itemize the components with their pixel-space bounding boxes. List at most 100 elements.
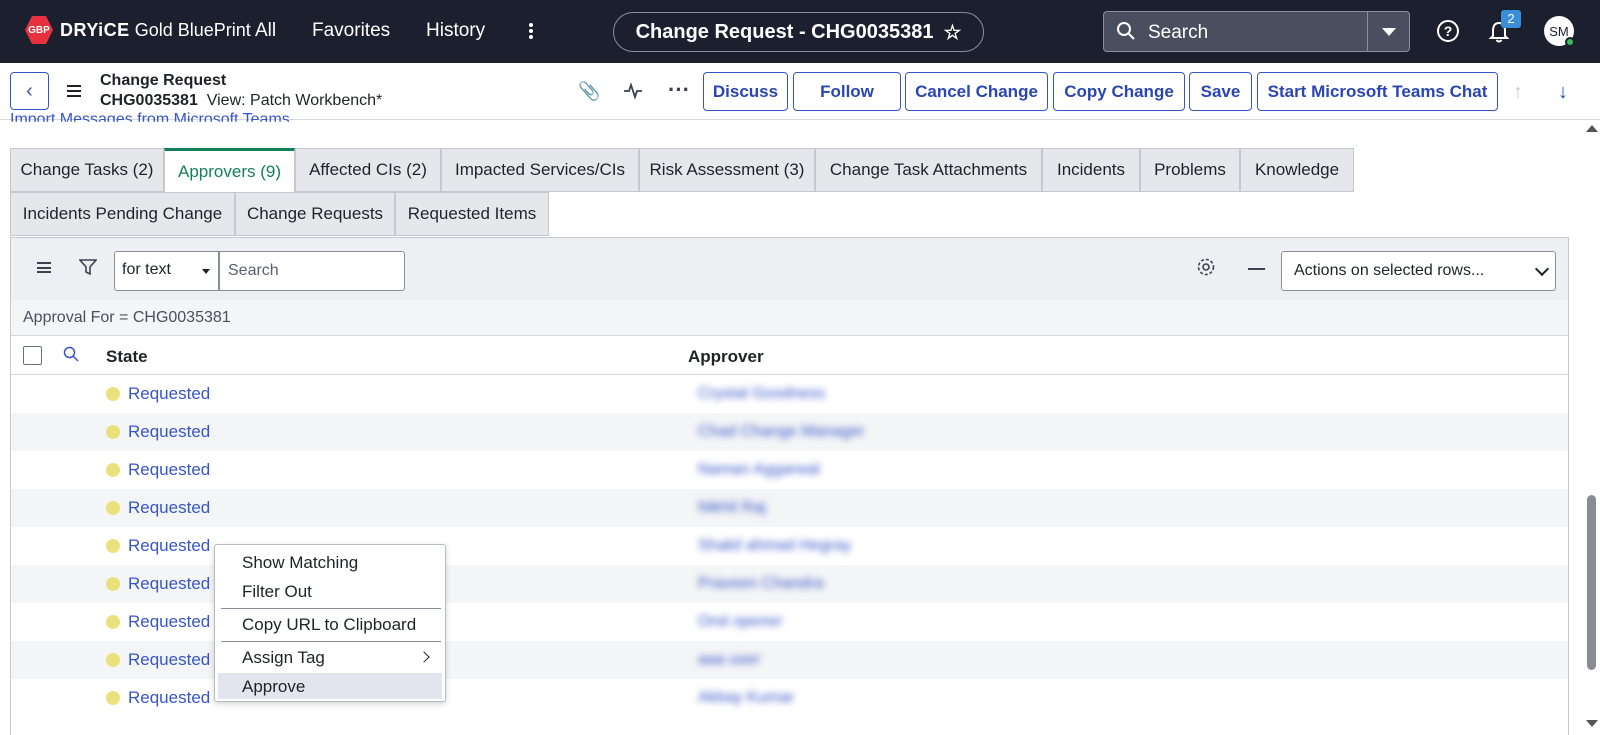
table-row: Requested Chad Change Manager xyxy=(11,413,1568,451)
follow-button[interactable]: Follow xyxy=(793,72,901,111)
chevron-down-icon xyxy=(1534,261,1550,277)
state-indicator-icon xyxy=(106,691,120,705)
menu-divider xyxy=(221,641,441,642)
menu-item-show-matching[interactable]: Show Matching xyxy=(218,549,442,575)
more-menu-icon[interactable] xyxy=(528,20,534,42)
tab-incidents[interactable]: Incidents xyxy=(1042,148,1140,192)
form-subtitle: CHG0035381 View: Patch Workbench* xyxy=(100,92,383,109)
brand-name: DRYiCE Gold BluePrint xyxy=(60,20,251,40)
tab-risk-assessment[interactable]: Risk Assessment (3) xyxy=(639,148,815,192)
list-menu-icon[interactable] xyxy=(37,262,51,273)
tab-incidents-pending-change[interactable]: Incidents Pending Change xyxy=(10,192,235,236)
approver-link[interactable]: aaa user xyxy=(698,651,760,669)
import-teams-messages-link[interactable]: Import Messages from Microsoft Teams xyxy=(10,111,290,122)
column-header-approver[interactable]: Approver xyxy=(688,347,764,367)
approver-link[interactable]: Chad Change Manager xyxy=(698,423,864,441)
approver-link[interactable]: Akbay Kumar xyxy=(698,689,794,707)
save-button[interactable]: Save xyxy=(1189,72,1252,111)
tab-problems[interactable]: Problems xyxy=(1140,148,1240,192)
state-link[interactable]: Requested xyxy=(128,688,210,708)
list-search-input[interactable]: Search xyxy=(219,251,405,291)
state-indicator-icon xyxy=(106,615,120,629)
more-actions-icon[interactable]: ··· xyxy=(668,77,690,103)
tab-approvers[interactable]: Approvers (9) xyxy=(164,148,295,193)
state-link[interactable]: Requested xyxy=(128,574,210,594)
menu-item-approve[interactable]: Approve xyxy=(218,673,442,699)
next-record-icon[interactable]: ↓ xyxy=(1558,81,1568,104)
state-indicator-icon xyxy=(106,425,120,439)
back-button[interactable]: ‹ xyxy=(10,72,49,110)
tab-change-task-attachments[interactable]: Change Task Attachments xyxy=(815,148,1042,192)
state-link[interactable]: Requested xyxy=(128,460,210,480)
previous-record-icon[interactable]: ↑ xyxy=(1513,81,1523,104)
menu-item-assign-tag[interactable]: Assign Tag xyxy=(218,644,442,670)
search-scope-dropdown[interactable] xyxy=(1367,12,1409,51)
approver-link[interactable]: Ond opener xyxy=(698,613,783,631)
state-indicator-icon xyxy=(106,501,120,515)
online-status-icon xyxy=(1565,37,1575,47)
tab-requested-items[interactable]: Requested Items xyxy=(395,192,549,236)
table-row: Requested Nikhil Raj xyxy=(11,489,1568,527)
tab-affected-cis[interactable]: Affected CIs (2) xyxy=(295,148,441,192)
chevron-left-icon: ‹ xyxy=(26,79,33,102)
gear-icon[interactable] xyxy=(1196,257,1216,277)
gbp-logo-icon[interactable]: GBP xyxy=(25,16,53,44)
approver-link[interactable]: Naman Aggarwal xyxy=(698,461,820,479)
list-toolbar: for text Search Actions on selected rows… xyxy=(11,238,1568,300)
tab-knowledge[interactable]: Knowledge xyxy=(1240,148,1354,192)
nav-history[interactable]: History xyxy=(426,20,485,42)
help-icon[interactable]: ? xyxy=(1437,20,1459,42)
search-field-select[interactable]: for text xyxy=(114,251,219,291)
favorite-star-icon[interactable]: ☆ xyxy=(943,20,961,45)
state-indicator-icon xyxy=(106,653,120,667)
approver-link[interactable]: Nikhil Raj xyxy=(698,499,766,517)
scroll-down-icon[interactable] xyxy=(1586,720,1598,727)
nav-favorites[interactable]: Favorites xyxy=(312,20,390,42)
search-icon xyxy=(1117,22,1135,40)
chevron-down-icon xyxy=(1381,27,1396,36)
activity-icon[interactable] xyxy=(623,81,643,101)
select-all-checkbox[interactable] xyxy=(23,346,42,365)
state-link[interactable]: Requested xyxy=(128,498,210,518)
table-header: State Approver xyxy=(11,336,1568,375)
discuss-button[interactable]: Discuss xyxy=(703,72,788,111)
menu-divider xyxy=(221,608,441,609)
state-link[interactable]: Requested xyxy=(128,612,210,632)
approver-link[interactable]: Crystal Goodness xyxy=(698,385,825,403)
form-menu-icon[interactable] xyxy=(67,85,81,97)
search-icon[interactable] xyxy=(63,346,79,362)
copy-change-button[interactable]: Copy Change xyxy=(1053,72,1185,111)
state-link[interactable]: Requested xyxy=(128,384,210,404)
search-placeholder: Search xyxy=(1148,22,1209,43)
actions-on-selected-rows-select[interactable]: Actions on selected rows... xyxy=(1281,251,1556,291)
state-indicator-icon xyxy=(106,539,120,553)
scroll-up-icon[interactable] xyxy=(1586,125,1598,132)
paperclip-icon[interactable]: 📎 xyxy=(578,81,600,102)
table-row: Requested Crystal Goodness xyxy=(11,375,1568,413)
scrollbar-thumb[interactable] xyxy=(1587,495,1596,670)
record-title-pill: Change Request - CHG0035381 ☆ xyxy=(613,12,984,52)
chevron-down-icon xyxy=(202,269,210,274)
tab-change-tasks[interactable]: Change Tasks (2) xyxy=(10,148,164,192)
menu-item-filter-out[interactable]: Filter Out xyxy=(218,578,442,604)
state-indicator-icon xyxy=(106,463,120,477)
tab-change-requests[interactable]: Change Requests xyxy=(235,192,395,236)
state-link[interactable]: Requested xyxy=(128,650,210,670)
nav-all[interactable]: All xyxy=(255,20,276,42)
approver-link[interactable]: Praveen Chandra xyxy=(698,575,823,593)
menu-item-copy-url[interactable]: Copy URL to Clipboard xyxy=(218,611,442,637)
state-indicator-icon xyxy=(106,387,120,401)
teams-chat-button[interactable]: Start Microsoft Teams Chat xyxy=(1257,72,1498,111)
collapse-icon[interactable] xyxy=(1248,268,1265,270)
filter-icon[interactable] xyxy=(79,258,97,276)
filter-breadcrumb[interactable]: Approval For = CHG0035381 xyxy=(11,300,1568,336)
state-link[interactable]: Requested xyxy=(128,536,210,556)
approver-link[interactable]: Shakil ahmad Hegray xyxy=(698,537,851,555)
tab-impacted-services[interactable]: Impacted Services/CIs xyxy=(441,148,639,192)
global-search[interactable]: Search xyxy=(1103,11,1410,52)
cancel-change-button[interactable]: Cancel Change xyxy=(905,72,1048,111)
state-link[interactable]: Requested xyxy=(128,422,210,442)
column-header-state[interactable]: State xyxy=(106,347,148,367)
user-avatar[interactable]: SM xyxy=(1544,16,1575,47)
table-row: Requested Naman Aggarwal xyxy=(11,451,1568,489)
